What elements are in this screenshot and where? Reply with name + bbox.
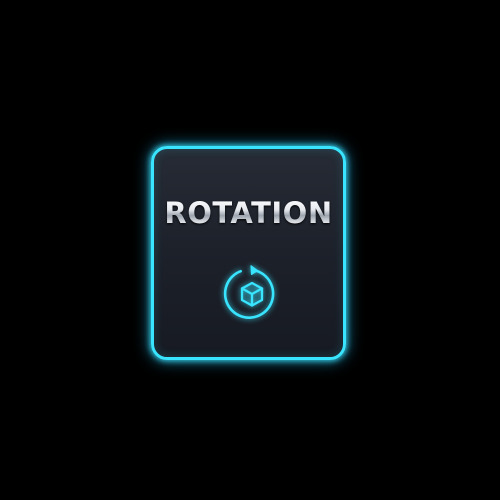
rotation-label: ROTATION <box>154 197 343 229</box>
rotate-cube-icon <box>220 262 284 326</box>
stage: ROTATION <box>0 0 500 500</box>
rotate-cube-svg <box>223 265 275 319</box>
rotation-button[interactable]: ROTATION <box>151 146 346 360</box>
